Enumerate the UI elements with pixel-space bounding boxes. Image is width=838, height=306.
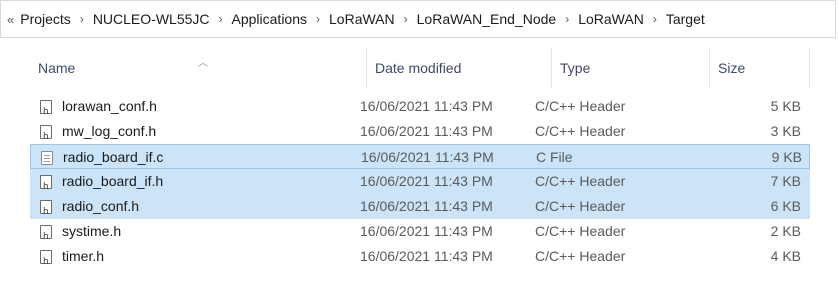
breadcrumb-lorawan[interactable]: LoRaWAN [329, 11, 395, 27]
header-file-icon [40, 199, 52, 225]
column-header-name-label: Name [38, 60, 76, 76]
chevron-right-icon[interactable]: › [565, 12, 569, 26]
table-row[interactable]: radio_board_if.h 16/06/2021 11:43 PM C/C… [30, 169, 810, 200]
file-size: 5 KB [770, 98, 801, 114]
file-size: 3 KB [770, 123, 801, 139]
header-file-icon [40, 99, 52, 125]
file-name-cell: systime.h [40, 219, 122, 250]
file-date: 16/06/2021 11:43 PM [360, 98, 493, 114]
column-header-date-label: Date modified [375, 60, 462, 76]
header-file-icon [40, 174, 52, 200]
file-date: 16/06/2021 11:43 PM [360, 123, 493, 139]
table-row[interactable]: mw_log_conf.h 16/06/2021 11:43 PM C/C++ … [30, 119, 810, 150]
sort-ascending-icon: ︿ [198, 58, 208, 69]
header-file-icon [40, 224, 52, 250]
breadcrumb-applications[interactable]: Applications [232, 11, 308, 27]
table-row[interactable]: radio_board_if.c 16/06/2021 11:43 PM C F… [30, 144, 810, 169]
file-type: C/C++ Header [535, 223, 626, 239]
file-name: systime.h [62, 223, 122, 239]
column-header-size-label: Size [718, 60, 746, 76]
file-type: C/C++ Header [535, 123, 626, 139]
file-date: 16/06/2021 11:43 PM [360, 248, 493, 264]
file-size: 9 KB [771, 149, 802, 165]
breadcrumb-nucleo[interactable]: NUCLEO-WL55JC [93, 11, 210, 27]
file-date: 16/06/2021 11:43 PM [360, 223, 493, 239]
file-size: 4 KB [770, 248, 801, 264]
table-row[interactable]: timer.h 16/06/2021 11:43 PM C/C++ Header… [30, 244, 810, 275]
file-size: 2 KB [770, 223, 801, 239]
header-file-icon [40, 124, 52, 150]
file-name: mw_log_conf.h [62, 123, 157, 139]
address-bar[interactable]: « Projects › NUCLEO-WL55JC › Application… [0, 0, 836, 38]
file-date: 16/06/2021 11:43 PM [360, 173, 493, 189]
file-type: C/C++ Header [535, 198, 626, 214]
file-name: timer.h [62, 248, 105, 264]
column-header-type[interactable]: Type [552, 48, 710, 88]
file-type: C/C++ Header [535, 98, 626, 114]
header-file-icon [40, 249, 52, 275]
file-date: 16/06/2021 11:43 PM [361, 149, 494, 165]
table-row[interactable]: systime.h 16/06/2021 11:43 PM C/C++ Head… [30, 219, 810, 250]
chevron-right-icon[interactable]: › [219, 12, 223, 26]
column-header-type-label: Type [560, 60, 591, 76]
chevron-right-icon[interactable]: › [316, 12, 320, 26]
file-type: C/C++ Header [535, 248, 626, 264]
file-name: radio_board_if.c [63, 149, 164, 165]
column-header-size[interactable]: Size [710, 48, 810, 88]
table-row[interactable]: lorawan_conf.h 16/06/2021 11:43 PM C/C++… [30, 94, 810, 125]
file-name-cell: radio_conf.h [40, 194, 140, 225]
file-name: radio_board_if.h [62, 173, 164, 189]
file-name-cell: timer.h [40, 244, 105, 275]
file-type: C File [536, 149, 573, 165]
file-name-cell: radio_board_if.h [40, 169, 164, 200]
file-size: 6 KB [770, 198, 801, 214]
file-date: 16/06/2021 11:43 PM [360, 198, 493, 214]
breadcrumb-projects[interactable]: Projects [20, 11, 71, 27]
chevron-right-icon[interactable]: › [653, 12, 657, 26]
breadcrumb-target[interactable]: Target [666, 11, 705, 27]
column-header-name[interactable]: Name ︿ [30, 48, 367, 88]
breadcrumb-lorawan-2[interactable]: LoRaWAN [578, 11, 644, 27]
chevron-right-icon[interactable]: › [80, 12, 84, 26]
chevron-right-icon[interactable]: › [404, 12, 408, 26]
column-header-date[interactable]: Date modified [367, 48, 552, 88]
file-name-cell: radio_board_if.c [41, 145, 163, 170]
c-file-icon [41, 150, 53, 165]
column-header-row: Name ︿ Date modified Type Size [0, 48, 838, 88]
table-row[interactable]: radio_conf.h 16/06/2021 11:43 PM C/C++ H… [30, 194, 810, 225]
file-type: C/C++ Header [535, 173, 626, 189]
file-name: lorawan_conf.h [62, 98, 157, 114]
file-size: 7 KB [770, 173, 801, 189]
file-name-cell: lorawan_conf.h [40, 94, 157, 125]
file-name-cell: mw_log_conf.h [40, 119, 157, 150]
breadcrumb-lorawan-end-node[interactable]: LoRaWAN_End_Node [417, 11, 557, 27]
double-chevron-left-icon[interactable]: « [7, 12, 14, 27]
file-name: radio_conf.h [62, 198, 140, 214]
